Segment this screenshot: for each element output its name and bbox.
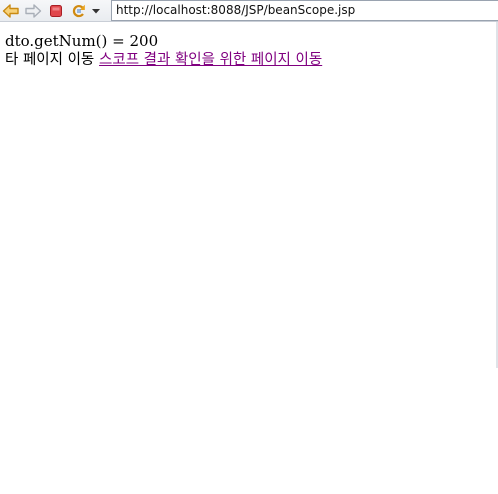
refresh-icon <box>72 4 85 18</box>
history-dropdown-button[interactable] <box>89 1 103 21</box>
nav-prefix-text: 타 페이지 이동 <box>5 52 95 68</box>
address-bar[interactable]: http://localhost:8088/JSP/beanScope.jsp <box>111 0 498 21</box>
page-content: dto.getNum() = 200 타 페이지 이동 스코프 결과 확인을 위… <box>5 32 493 69</box>
back-button[interactable] <box>1 1 21 21</box>
forward-button[interactable] <box>23 1 43 21</box>
browser-toolbar: http://localhost:8088/JSP/beanScope.jsp <box>0 0 498 22</box>
scope-result-link[interactable]: 스코프 결과 확인을 위한 페이지 이동 <box>99 52 322 68</box>
stop-button[interactable] <box>46 1 66 21</box>
back-arrow-icon <box>2 4 19 18</box>
refresh-button[interactable] <box>69 1 89 21</box>
chevron-down-icon <box>92 9 100 14</box>
nav-line: 타 페이지 이동 스코프 결과 확인을 위한 페이지 이동 <box>5 50 493 69</box>
forward-arrow-icon <box>25 4 42 18</box>
result-line: dto.getNum() = 200 <box>5 32 159 50</box>
stop-icon <box>50 5 62 17</box>
